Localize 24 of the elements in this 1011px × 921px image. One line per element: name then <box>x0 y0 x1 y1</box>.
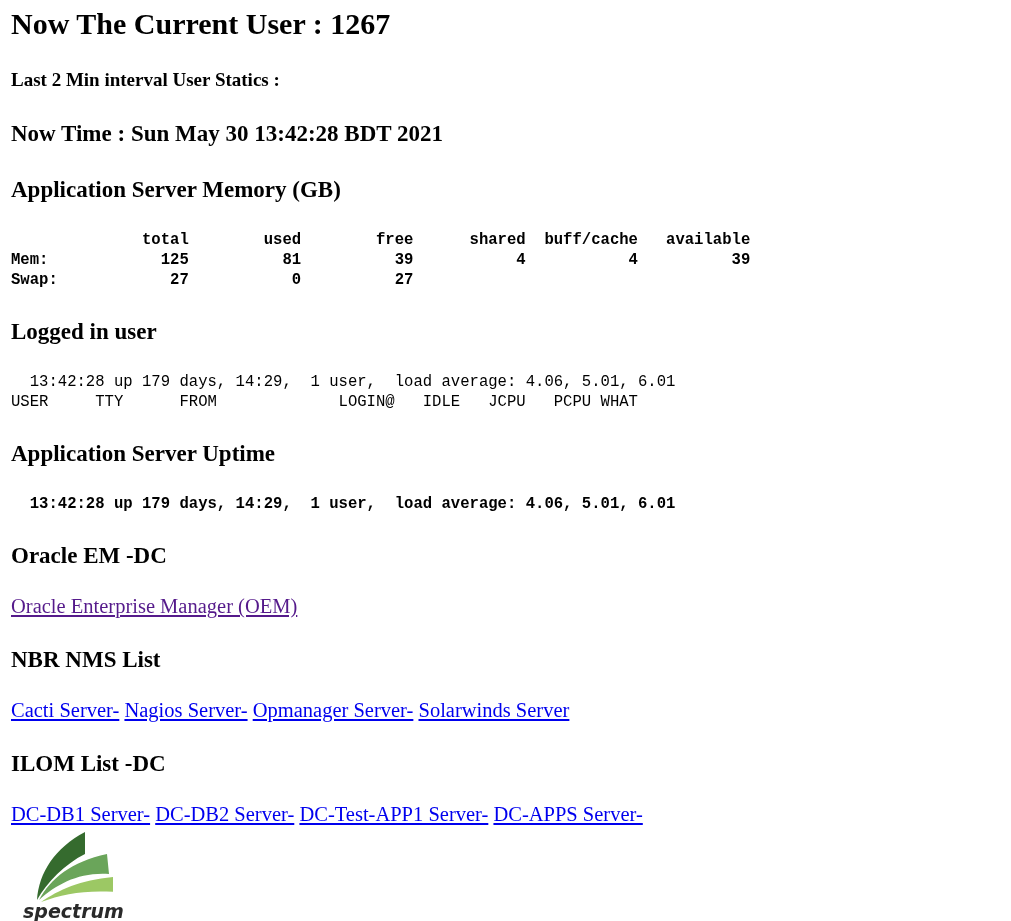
current-time-heading: Now Time : Sun May 30 13:42:28 BDT 2021 <box>11 120 444 148</box>
section-heading: Oracle EM -DC <box>11 542 168 570</box>
terminal-line: Mem: 125 81 39 4 4 39 <box>11 250 751 270</box>
server-link[interactable]: Oracle Enterprise Manager (OEM) <box>11 595 298 617</box>
section-heading: Logged in user <box>11 318 158 346</box>
server-link[interactable]: DC-DB1 Server- <box>11 803 151 825</box>
server-link[interactable]: DC-Test-APP1 Server- <box>299 803 489 825</box>
server-link[interactable]: DC-APPS Server- <box>493 803 643 825</box>
server-link[interactable]: DC-DB2 Server- <box>155 803 295 825</box>
server-link[interactable]: Nagios Server- <box>124 699 248 721</box>
terminal-line: USER TTY FROM LOGIN@ IDLE JCPU PCPU WHAT <box>11 392 638 412</box>
section-heading: NBR NMS List <box>11 646 162 674</box>
server-link[interactable]: Cacti Server- <box>11 699 120 721</box>
terminal-line: 13:42:28 up 179 days, 14:29, 1 user, load average: 4.06, 5.01, 6.01 <box>28 372 676 392</box>
terminal-line: total used free shared buff/cache available <box>141 230 751 250</box>
server-link[interactable]: Opmanager Server- <box>252 699 414 721</box>
section-heading: Application Server Memory (GB) <box>11 176 342 204</box>
section-heading: ILOM List -DC <box>11 750 167 778</box>
terminal-line: Swap: 27 0 27 <box>11 270 414 290</box>
section-heading: Application Server Uptime <box>11 440 277 468</box>
page-title: Now The Current User : 1267 <box>11 6 392 42</box>
interval-label: Last 2 Min interval User Statics : <box>11 68 281 92</box>
server-link[interactable]: Solarwinds Server <box>418 699 570 721</box>
terminal-line: 13:42:28 up 179 days, 14:29, 1 user, load average: 4.06, 5.01, 6.01 <box>28 494 676 514</box>
